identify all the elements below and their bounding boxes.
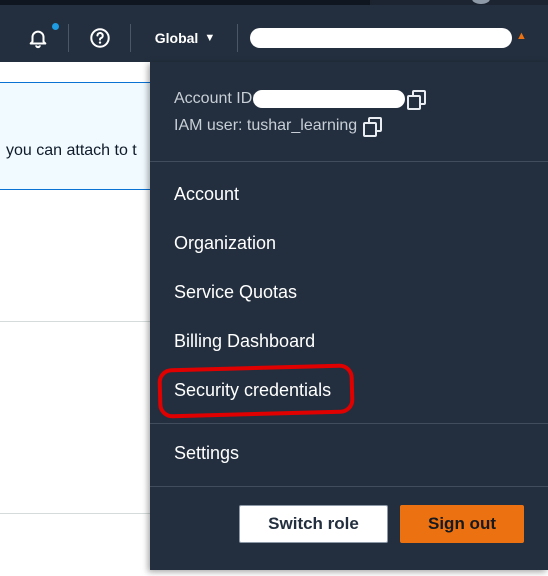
menu-item-billing-dashboard[interactable]: Billing Dashboard	[174, 331, 315, 352]
menu-divider	[150, 423, 548, 424]
help-circle-icon	[90, 28, 110, 48]
iam-user-row: IAM user: tushar_learning	[174, 117, 383, 137]
caret-up-icon: ▲	[516, 30, 527, 42]
iam-user-label: IAM user: tushar_learning	[174, 117, 358, 134]
bell-icon	[29, 30, 47, 49]
help-button[interactable]	[86, 24, 114, 52]
menu-item-account[interactable]: Account	[174, 184, 239, 205]
menu-divider	[150, 486, 548, 487]
menu-item-organization[interactable]: Organization	[174, 233, 276, 254]
nav-separator	[237, 24, 238, 52]
notifications-button[interactable]	[22, 24, 54, 52]
account-id-label: Account ID:	[174, 90, 257, 107]
window-top-strip-circle	[472, 0, 490, 4]
menu-divider	[150, 161, 548, 162]
sign-out-button[interactable]: Sign out	[400, 505, 524, 543]
copy-icon[interactable]	[406, 90, 426, 110]
region-selector[interactable]: Global ▼	[150, 24, 220, 52]
info-alert-text: you can attach to t	[6, 142, 137, 159]
account-dropdown-menu: Account ID: IAM user: tushar_learning Ac…	[150, 62, 548, 570]
notification-dot	[52, 23, 59, 30]
content-divider	[0, 513, 150, 514]
caret-down-icon: ▼	[204, 32, 216, 44]
account-name-redacted	[250, 28, 512, 48]
nav-separator	[130, 24, 131, 52]
menu-item-service-quotas[interactable]: Service Quotas	[174, 282, 297, 303]
nav-separator	[68, 24, 69, 52]
region-label: Global	[154, 30, 199, 46]
account-id-row: Account ID:	[174, 90, 426, 110]
account-menu-button[interactable]: ▲	[250, 26, 532, 50]
menu-item-settings[interactable]: Settings	[174, 443, 239, 464]
info-alert	[0, 82, 150, 190]
annotation-highlight-ring	[157, 363, 355, 419]
content-divider	[0, 321, 150, 322]
switch-role-button[interactable]: Switch role	[239, 505, 388, 543]
copy-icon[interactable]	[363, 117, 383, 137]
account-id-redacted	[252, 90, 405, 108]
